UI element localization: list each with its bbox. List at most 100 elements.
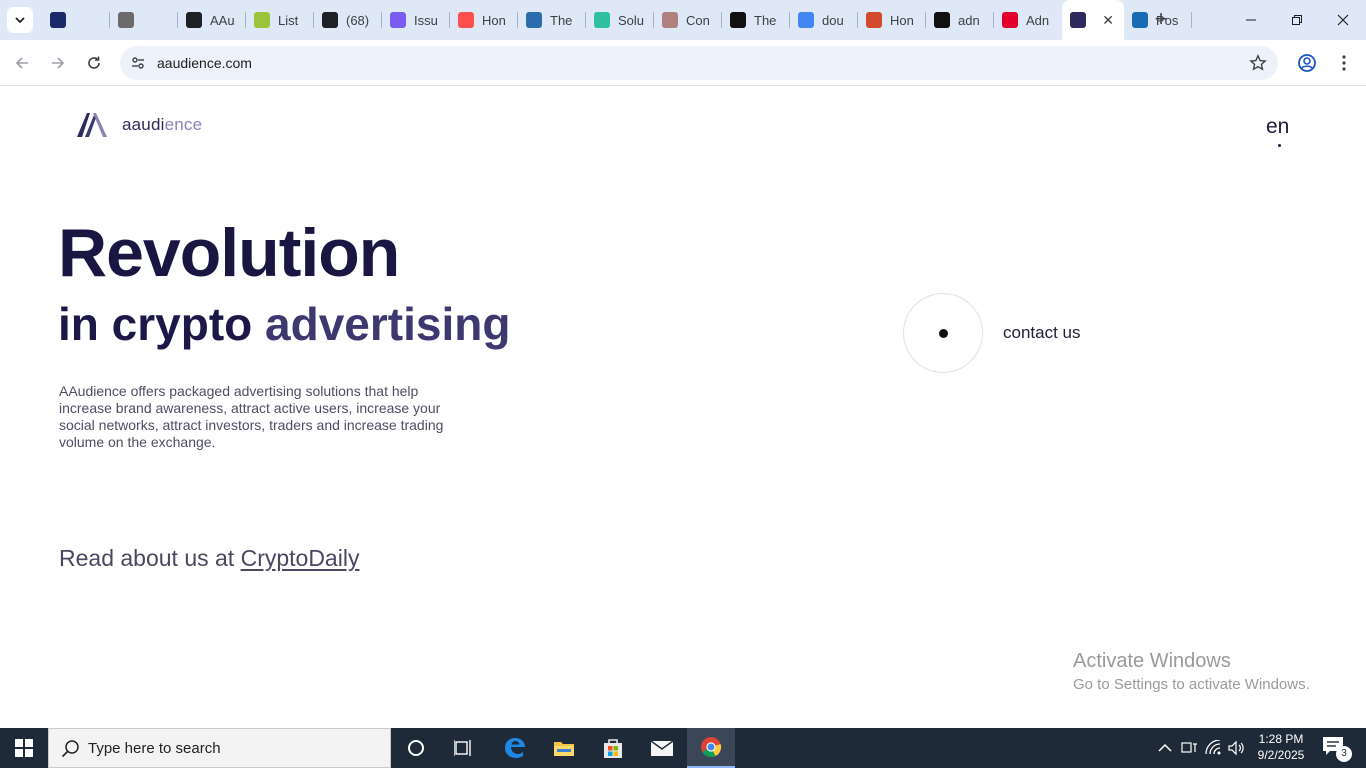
tab-title: Solu — [618, 12, 645, 28]
tab-title: Hon — [890, 12, 914, 28]
edge-app-button[interactable] — [491, 728, 539, 768]
folder-icon — [554, 742, 574, 756]
chevron-up-icon — [1158, 743, 1172, 752]
chrome-icon — [701, 737, 722, 758]
aaudience-logo-icon — [77, 113, 107, 137]
p-icon — [526, 12, 542, 28]
browser-tab[interactable]: Con — [654, 0, 722, 40]
language-indicator-dot — [1278, 144, 1281, 147]
new-tab-button[interactable]: + — [1151, 8, 1171, 31]
openai-icon — [186, 12, 202, 28]
start-button[interactable] — [0, 728, 48, 768]
e-icon — [390, 12, 406, 28]
browser-tab[interactable] — [42, 0, 110, 40]
volume-icon[interactable] — [1227, 738, 1247, 758]
windows-logo-icon — [15, 739, 33, 757]
network-wifi-icon[interactable] — [1204, 738, 1224, 758]
c-icon — [866, 12, 882, 28]
language-switcher[interactable]: en — [1266, 115, 1289, 139]
microsoft-store-button[interactable] — [589, 728, 637, 768]
close-icon — [1337, 14, 1349, 26]
browser-tab[interactable]: adn — [926, 0, 994, 40]
restore-button[interactable] — [1274, 0, 1320, 40]
tab-title: Hon — [482, 12, 506, 28]
search-placeholder: Type here to search — [88, 740, 221, 757]
tab-title: (68) — [346, 12, 370, 28]
activation-subtitle: Go to Settings to activate Windows. — [1073, 676, 1310, 693]
minimize-button[interactable] — [1228, 0, 1274, 40]
restore-icon — [1292, 15, 1302, 25]
taskbar-search[interactable]: Type here to search — [48, 728, 391, 768]
fx-exchange-icon — [118, 12, 134, 28]
stack-icon — [50, 12, 66, 28]
profile-button[interactable] — [1295, 51, 1319, 75]
tab-title: Con — [686, 12, 710, 28]
browser-tab[interactable]: Issu — [382, 0, 450, 40]
system-clock[interactable]: 1:28 PM 9/2/2025 — [1250, 731, 1312, 763]
tab-title: AAu — [210, 12, 235, 28]
minimize-icon — [1246, 19, 1256, 21]
browser-tab[interactable]: AAu — [178, 0, 246, 40]
address-bar[interactable]: aaudience.com — [120, 46, 1278, 80]
tab-title: Issu — [414, 12, 438, 28]
browser-tab[interactable]: The — [722, 0, 790, 40]
reload-icon — [88, 56, 100, 69]
contact-us-button[interactable] — [903, 293, 983, 373]
browser-tab[interactable]: (68) — [314, 0, 382, 40]
tab-list: AAu List (68) Issu Hon The Solu Con The dou Hon adn… — [42, 0, 1192, 40]
url-text[interactable]: aaudience.com — [157, 55, 252, 71]
task-view-icon — [454, 740, 471, 756]
hero-subtitle-part2: advertising — [265, 298, 511, 350]
tab-title: List — [278, 12, 299, 28]
back-button[interactable] — [10, 51, 34, 75]
tab-search-button[interactable] — [7, 7, 33, 33]
input-method-icon[interactable] — [1180, 738, 1200, 758]
contact-us-label[interactable]: contact us — [1003, 323, 1081, 343]
menu-button[interactable] — [1332, 51, 1356, 75]
tab-strip: AAu List (68) Issu Hon The Solu Con The dou Hon adn… — [0, 0, 1366, 40]
browser-tab[interactable]: The — [518, 0, 586, 40]
tab-title: The — [754, 12, 777, 28]
notification-center-button[interactable]: 3 — [1322, 736, 1352, 762]
show-hidden-icons-button[interactable] — [1155, 738, 1175, 758]
web-page: aaudience en Revolution in crypto advert… — [0, 87, 1366, 728]
site-info-icon[interactable] — [128, 53, 148, 73]
a-red-icon — [1002, 12, 1018, 28]
site-logo[interactable]: aaudience — [76, 112, 202, 138]
mail-app-button[interactable] — [638, 728, 686, 768]
circle-icon — [662, 12, 678, 28]
browser-tab[interactable]: Solu — [586, 0, 654, 40]
browser-tab[interactable]: List — [246, 0, 314, 40]
close-window-button[interactable] — [1320, 0, 1366, 40]
google-icon — [798, 12, 814, 28]
cortana-button[interactable] — [392, 728, 440, 768]
chevron-down-icon — [15, 17, 25, 24]
browser-tab[interactable]: Adn — [994, 0, 1062, 40]
close-tab-icon[interactable]: ✕ — [1102, 12, 1114, 29]
cryptodaily-link[interactable]: CryptoDaily — [241, 545, 360, 571]
bookmark-star-icon[interactable] — [1248, 53, 1268, 73]
slash-icon — [730, 12, 746, 28]
forward-button[interactable] — [46, 51, 70, 75]
hero-description: AAudience offers packaged advertising so… — [59, 383, 444, 450]
read-about-section: Read about us at CryptoDaily — [59, 545, 359, 572]
aaudience-icon — [1070, 12, 1086, 28]
store-bag-icon — [604, 739, 622, 758]
logo-text-dark: aaudi — [122, 115, 165, 134]
clock-date: 9/2/2025 — [1257, 748, 1305, 762]
reload-button[interactable] — [82, 51, 106, 75]
browser-tab[interactable]: ✕ — [1062, 0, 1124, 40]
chrome-app-button[interactable] — [687, 728, 735, 768]
browser-tab[interactable] — [110, 0, 178, 40]
task-view-button[interactable] — [440, 728, 488, 768]
ad-icon — [934, 12, 950, 28]
file-explorer-button[interactable] — [540, 728, 588, 768]
browser-tab[interactable]: Hon — [858, 0, 926, 40]
tab-title: dou — [822, 12, 844, 28]
browser-tab[interactable]: Hon — [450, 0, 518, 40]
windows-taskbar: Type here to search 1:28 PM 9/2/2025 3 — [0, 728, 1366, 768]
kebab-menu-icon — [1342, 55, 1346, 71]
profile-icon — [1298, 54, 1316, 72]
xf-icon — [1132, 12, 1148, 28]
browser-tab[interactable]: dou — [790, 0, 858, 40]
